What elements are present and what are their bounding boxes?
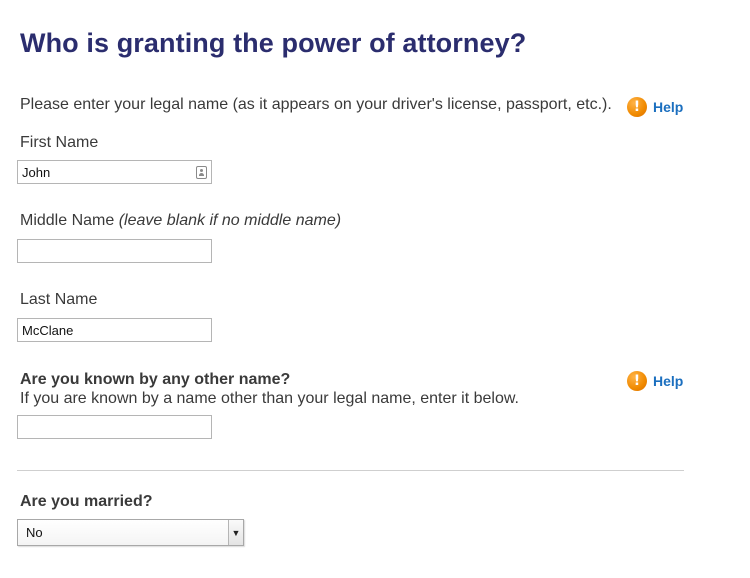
married-selected-value: No	[26, 525, 43, 540]
page-title: Who is granting the power of attorney?	[20, 28, 527, 58]
middle-name-label: Middle Name (leave blank if no middle na…	[20, 212, 341, 230]
married-select[interactable]: No ▼	[17, 519, 244, 546]
help-link-legal-name[interactable]: ! Help	[627, 97, 683, 117]
other-name-input[interactable]	[17, 415, 212, 439]
middle-name-label-text: Middle Name	[20, 212, 115, 229]
help-link-other-name[interactable]: ! Help	[627, 371, 683, 391]
last-name-input[interactable]: McClane	[17, 318, 212, 342]
middle-name-input[interactable]	[17, 239, 212, 263]
section-divider	[17, 470, 684, 471]
middle-name-hint: (leave blank if no middle name)	[118, 212, 342, 229]
legal-name-instructions: Please enter your legal name (as it appe…	[20, 96, 612, 113]
last-name-label: Last Name	[20, 291, 98, 308]
married-question: Are you married?	[20, 493, 153, 510]
first-name-label: First Name	[20, 134, 99, 151]
other-name-question: Are you known by any other name?	[20, 371, 291, 388]
other-name-instruction: If you are known by a name other than yo…	[20, 390, 519, 407]
contact-card-icon[interactable]	[196, 165, 207, 179]
help-label: Help	[653, 99, 684, 115]
last-name-value: McClane	[22, 322, 74, 338]
first-name-input[interactable]: John	[17, 160, 212, 184]
dropdown-arrow-icon[interactable]: ▼	[228, 520, 243, 545]
help-label: Help	[653, 373, 684, 389]
help-exclamation-icon: !	[627, 371, 647, 391]
first-name-value: John	[22, 164, 51, 180]
help-exclamation-icon: !	[627, 97, 647, 117]
